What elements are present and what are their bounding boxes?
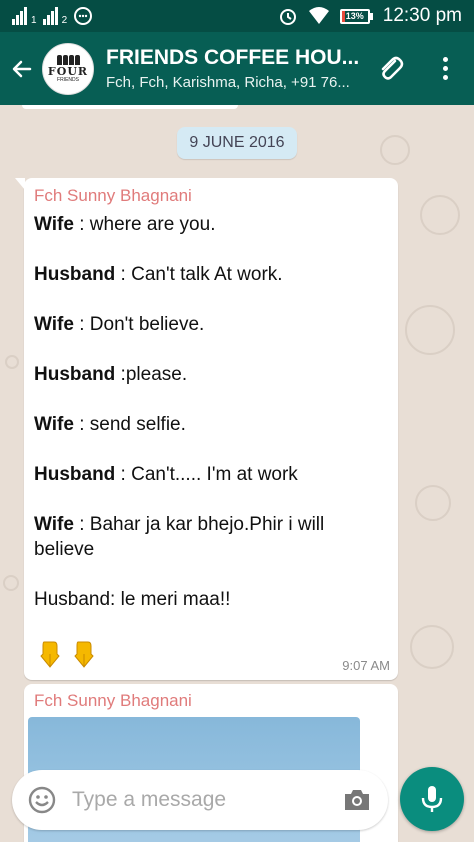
speaker-label: Wife — [34, 514, 74, 535]
back-button[interactable] — [2, 39, 42, 99]
chat-participants: Fch, Fch, Karishma, Richa, +91 76... — [106, 74, 350, 91]
message-line — [34, 337, 384, 362]
status-bar: 1 2 13% 12:30 pm — [0, 0, 474, 32]
date-separator: 9 JUNE 2016 — [177, 127, 297, 159]
pointing-down-emoji-icon — [40, 641, 60, 668]
more-options-button[interactable] — [430, 50, 460, 86]
speaker-label: Husband — [34, 464, 116, 485]
attach-button[interactable] — [372, 50, 408, 86]
battery-percentage: 13% — [345, 11, 364, 21]
message-line: Wife : send selfie. — [34, 412, 384, 437]
sim1-label: 1 — [31, 14, 37, 26]
pointing-down-emoji-icon — [74, 641, 94, 668]
message-line: Husband: le meri maa!! — [34, 587, 384, 612]
avatar-logo-text: FOUR — [47, 64, 89, 78]
signal-icon — [42, 7, 58, 25]
message-composer — [12, 770, 388, 830]
battery-icon: 13% — [339, 8, 373, 24]
paperclip-icon — [381, 56, 404, 80]
wifi-icon — [308, 7, 329, 24]
more-vert-icon — [442, 56, 448, 62]
message-sender: Fch Sunny Bhagnani — [34, 691, 192, 710]
line-text: : Bahar ja kar bhejo.Phir i will believe — [34, 514, 325, 560]
camera-button[interactable] — [342, 786, 372, 814]
voice-record-button[interactable] — [400, 767, 464, 831]
message-line: Wife : where are you. — [34, 212, 384, 237]
sim2-label: 2 — [61, 14, 68, 26]
avatar-figures — [56, 54, 80, 65]
back-arrow-icon — [12, 60, 32, 77]
message-text: Wife : where are you. Husband : Can't tal… — [34, 212, 384, 612]
message-line: Wife : Don't believe. — [34, 312, 384, 337]
avatar-logo-subtext: FRIENDS — [57, 76, 79, 83]
chat-title-block[interactable]: FRIENDS COFFEE HOU... Fch, Fch, Karishma… — [106, 46, 376, 91]
whatsapp-icon — [74, 7, 93, 25]
speaker-label: Wife — [34, 414, 74, 435]
emoji-button[interactable] — [28, 786, 56, 814]
camera-icon — [345, 790, 369, 810]
chat-header: FOUR FRIENDS FRIENDS COFFEE HOU... Fch, … — [0, 32, 474, 105]
message-line — [34, 437, 384, 462]
message-line — [34, 237, 384, 262]
line-text: : Can't..... I'm at work — [115, 464, 298, 485]
message-line — [34, 487, 384, 512]
message-input[interactable] — [72, 780, 322, 820]
message-line: Husband :please. — [34, 362, 384, 387]
signal-icon — [12, 7, 27, 25]
line-text: :please. — [115, 364, 188, 385]
line-text: : Don't believe. — [73, 314, 205, 335]
speaker-label: Husband — [34, 264, 116, 285]
message-sender: Fch Sunny Bhagnani — [34, 186, 192, 205]
message-line — [34, 562, 384, 587]
previous-message-bubble — [22, 105, 238, 109]
group-avatar[interactable]: FOUR FRIENDS — [42, 42, 94, 95]
message-time: 9:07 AM — [342, 658, 390, 673]
smiley-icon — [28, 786, 56, 814]
chat-title: FRIENDS COFFEE HOU... — [106, 46, 360, 69]
speaker-label: Husband — [34, 364, 116, 385]
message-emojis — [38, 640, 96, 668]
message-line: Wife : Bahar ja kar bhejo.Phir i will be… — [34, 512, 384, 562]
message-bubble[interactable]: Fch Sunny Bhagnani Wife : where are you.… — [15, 178, 398, 680]
message-line: Husband : Can't talk At work. — [34, 262, 384, 287]
line-text: : send selfie. — [73, 414, 186, 435]
message-line: Husband : Can't..... I'm at work — [34, 462, 384, 487]
message-line — [34, 287, 384, 312]
message-line — [34, 387, 384, 412]
speaker-label: Wife — [34, 314, 74, 335]
alarm-icon — [279, 9, 296, 25]
battery-fill — [341, 10, 346, 22]
status-time: 12:30 pm — [382, 5, 462, 26]
line-text: Husband: le meri maa!! — [34, 589, 231, 610]
line-text: : where are you. — [73, 214, 216, 235]
line-text: : Can't talk At work. — [115, 264, 283, 285]
chat-area[interactable]: 9 JUNE 2016 Fch Sunny Bhagnani Wife : wh… — [0, 105, 474, 842]
mic-icon — [421, 786, 443, 812]
speaker-label: Wife — [34, 214, 74, 235]
